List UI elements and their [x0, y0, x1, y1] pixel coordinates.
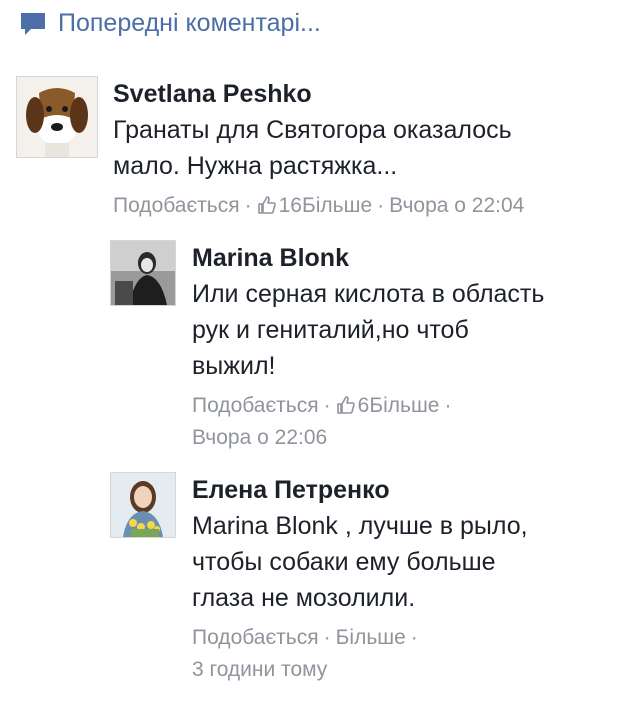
like-count[interactable]: 6: [336, 393, 370, 417]
thumbs-up-icon: [336, 393, 356, 414]
person-avatar-image: [111, 241, 175, 305]
previous-comments-link[interactable]: Попередні коментарі...: [18, 8, 321, 38]
comment: Svetlana Peshko Гранаты для Святогора ок…: [0, 74, 640, 234]
comment-text-line: Или серная кислота в область: [192, 280, 545, 308]
comment-author[interactable]: Елена Петренко: [192, 474, 632, 506]
comment-author[interactable]: Marina Blonk: [192, 242, 632, 274]
like-count[interactable]: 16: [257, 194, 302, 217]
like-link[interactable]: Подобається: [192, 626, 319, 649]
like-count-value: 6: [357, 394, 370, 417]
more-link[interactable]: Більше: [369, 394, 439, 417]
comment-text-line: чтобы собаки ему больше: [192, 548, 496, 576]
comment-text: Гранаты для Святогора оказалось мало. Ну…: [113, 112, 623, 184]
avatar[interactable]: [16, 76, 98, 158]
comment-text: Или серная кислота в область рук и генит…: [192, 276, 632, 384]
dog-avatar-image: [17, 77, 97, 157]
like-link[interactable]: Подобається: [192, 394, 319, 417]
avatar[interactable]: [110, 240, 176, 306]
comment-meta: Подобається · 6Більше · Вчора о 22:06: [192, 393, 452, 449]
comment-meta: Подобається · Більше · 3 години тому: [192, 626, 418, 681]
comment-time[interactable]: 3 години тому: [192, 658, 327, 681]
comment-text: Marina Blonk , лучше в рыло, чтобы собак…: [192, 508, 632, 616]
comment-text-line: глаза не мозолили.: [192, 584, 416, 612]
comment-meta: Подобається · 16Більше · Вчора о 22:04: [113, 194, 525, 217]
reply-comment: Marina Blonk Или серная кислота в област…: [0, 238, 640, 458]
avatar[interactable]: [110, 472, 176, 538]
person-avatar-image: [111, 473, 175, 537]
like-count-value: 16: [278, 194, 302, 217]
comment-author[interactable]: Svetlana Peshko: [113, 78, 623, 110]
more-link[interactable]: Більше: [302, 194, 372, 217]
like-link[interactable]: Подобається: [113, 194, 240, 217]
comment-time[interactable]: Вчора о 22:04: [389, 194, 524, 217]
comment-text-line: рук и гениталий,но чтоб: [192, 316, 469, 344]
comment-text-line: Marina Blonk , лучше в рыло,: [192, 512, 528, 540]
previous-comments-label: Попередні коментарі...: [58, 8, 321, 37]
more-link[interactable]: Більше: [336, 626, 406, 649]
thumbs-up-icon: [257, 193, 277, 214]
comment-text-line: выжил!: [192, 352, 276, 380]
comment-time[interactable]: Вчора о 22:06: [192, 426, 327, 449]
reply-comment: Елена Петренко Marina Blonk , лучше в ры…: [0, 470, 640, 700]
speech-bubble-icon: [18, 8, 48, 38]
comment-text-line: мало. Нужна растяжка...: [113, 152, 398, 180]
comment-text-line: Гранаты для Святогора оказалось: [113, 116, 512, 144]
